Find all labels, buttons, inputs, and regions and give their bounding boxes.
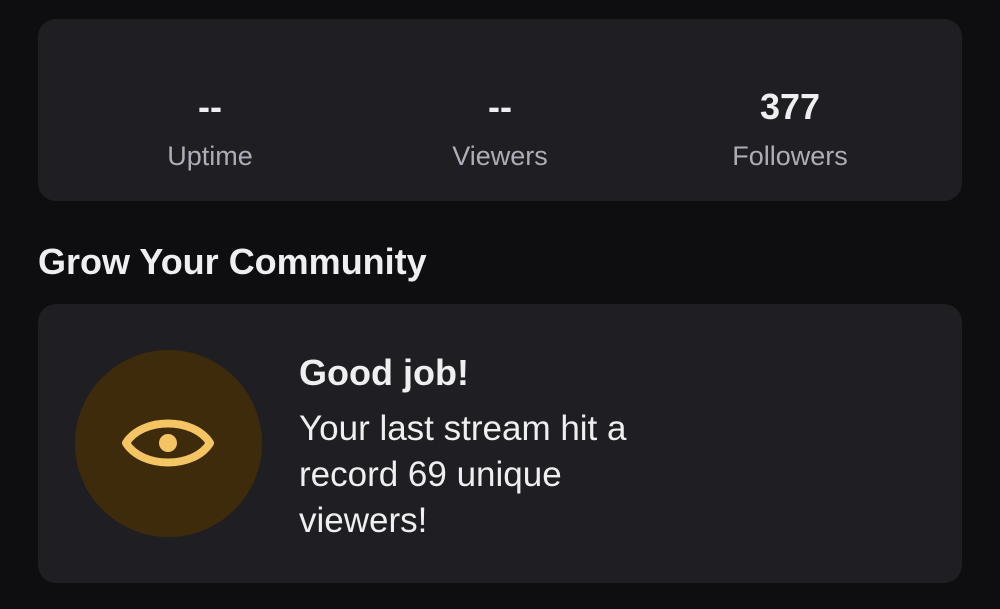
viewers-label: Viewers (452, 141, 548, 171)
uptime-label: Uptime (167, 141, 253, 171)
followers-label: Followers (732, 141, 848, 171)
achievement-title: Good job! (299, 352, 469, 393)
eye-icon (122, 419, 214, 467)
stat-followers: 377 Followers (640, 19, 940, 201)
section-heading: Grow Your Community (38, 241, 427, 282)
stream-stats-card: -- Uptime -- Viewers 377 Followers (38, 19, 962, 201)
achievement-badge (75, 350, 262, 537)
stat-uptime: -- Uptime (60, 19, 360, 201)
achievement-card: Good job! Your last stream hit a record … (38, 304, 962, 583)
viewers-value: -- (488, 86, 512, 127)
followers-value: 377 (759, 86, 821, 127)
stat-viewers: -- Viewers (350, 19, 650, 201)
achievement-message: Your last stream hit a record 69 unique … (299, 409, 627, 540)
uptime-value: -- (198, 86, 222, 127)
